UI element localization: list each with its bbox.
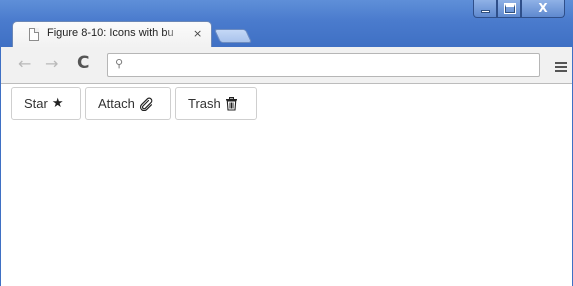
- star-button-label: Star: [24, 96, 48, 111]
- tab-close-button[interactable]: ×: [193, 27, 202, 41]
- forward-button[interactable]: →: [45, 54, 58, 74]
- document-icon: [29, 28, 39, 41]
- browser-tab[interactable]: Figure 8-10: Icons with bu ×: [12, 21, 212, 48]
- maximize-button[interactable]: [497, 0, 521, 18]
- new-tab-button[interactable]: [213, 29, 253, 43]
- minimize-button[interactable]: [473, 0, 497, 18]
- window-controls: X: [473, 0, 565, 19]
- trash-button[interactable]: Trash: [175, 87, 257, 120]
- reload-button[interactable]: C: [77, 53, 89, 73]
- trash-button-label: Trash: [188, 96, 221, 111]
- attach-button-label: Attach: [98, 96, 135, 111]
- minimize-icon: [481, 10, 490, 13]
- star-icon: ★: [51, 96, 64, 111]
- close-window-button[interactable]: X: [521, 0, 565, 18]
- search-icon: ⚲: [115, 57, 124, 70]
- title-bar: Figure 8-10: Icons with bu × X: [0, 0, 573, 48]
- button-row: Star ★ Attach Trash: [11, 87, 261, 120]
- attach-button[interactable]: Attach: [85, 87, 171, 120]
- paperclip-icon: [139, 97, 153, 111]
- browser-window: Figure 8-10: Icons with bu × X ← → C ⚲ S…: [0, 0, 573, 286]
- browser-toolbar: ← → C ⚲: [0, 47, 573, 84]
- close-icon: X: [538, 1, 548, 15]
- maximize-icon: [504, 3, 516, 14]
- address-input[interactable]: [132, 56, 532, 74]
- hamburger-icon-line: [555, 70, 567, 72]
- trash-icon: [225, 96, 238, 111]
- page-content: Star ★ Attach Trash: [1, 84, 572, 286]
- star-button[interactable]: Star ★: [11, 87, 81, 120]
- hamburger-icon-line: [555, 66, 567, 68]
- tab-title: Figure 8-10: Icons with bu: [47, 27, 174, 39]
- menu-button[interactable]: [555, 62, 567, 72]
- address-bar[interactable]: ⚲: [107, 53, 540, 77]
- back-button[interactable]: ←: [18, 54, 31, 74]
- hamburger-icon: [555, 62, 567, 64]
